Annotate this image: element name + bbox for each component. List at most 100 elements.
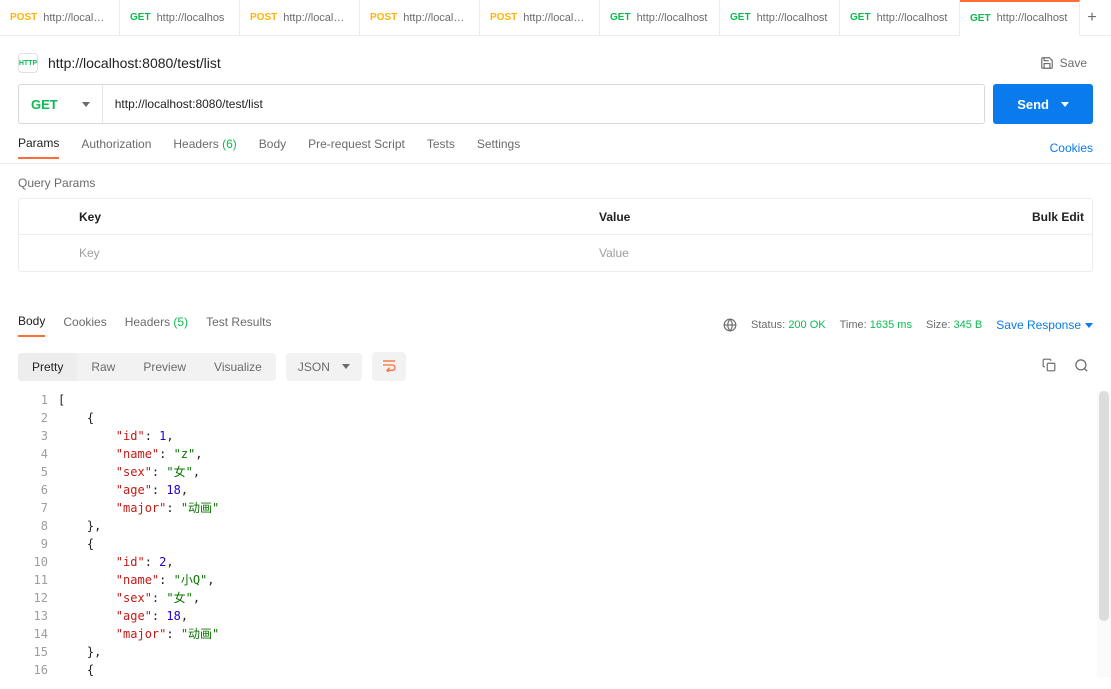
tab-method: POST	[10, 12, 37, 23]
chevron-down-icon	[1085, 323, 1093, 328]
url-input[interactable]	[103, 85, 984, 123]
query-params-title: Query Params	[0, 164, 1111, 198]
rtab-cookies[interactable]: Cookies	[63, 315, 106, 336]
size-label: Size: 345 B	[926, 319, 982, 331]
method-value: GET	[31, 97, 58, 112]
chevron-down-icon	[82, 102, 90, 107]
qp-value-input[interactable]: Value	[587, 246, 1020, 260]
tab-method: GET	[130, 12, 151, 23]
tab-label: http://localhos	[523, 12, 589, 24]
rtab-body[interactable]: Body	[18, 314, 45, 337]
send-button[interactable]: Send	[993, 84, 1093, 124]
rtab-headers-count: (5)	[173, 315, 188, 329]
tab-method: GET	[970, 13, 991, 24]
request-tab[interactable]: GET http://localhost	[960, 0, 1080, 36]
http-icon: HTTP	[18, 53, 38, 73]
tab-label: http://localhos	[157, 12, 225, 24]
tab-method: GET	[850, 12, 871, 23]
status-label: Status: 200 OK	[751, 319, 826, 331]
qp-key-input[interactable]: Key	[67, 246, 587, 260]
qp-value-header: Value	[587, 210, 1020, 224]
request-tab[interactable]: GET http://localhost	[840, 0, 960, 35]
tab-label: http://localhos	[403, 12, 469, 24]
request-tab[interactable]: POST http://localhos	[480, 0, 600, 35]
wrap-icon	[381, 358, 397, 372]
title-bar: HTTP http://localhost:8080/test/list Sav…	[0, 36, 1111, 84]
tab-label: http://localhost	[997, 12, 1068, 24]
query-params-row[interactable]: Key Value	[19, 235, 1092, 271]
query-params-head: Key Value Bulk Edit	[19, 199, 1092, 235]
format-value: JSON	[298, 360, 330, 374]
request-subtabs: Params Authorization Headers (6) Body Pr…	[0, 132, 1111, 164]
scrollbar-thumb[interactable]	[1099, 391, 1109, 621]
tab-headers-label: Headers	[173, 137, 218, 151]
tab-label: http://localhost	[637, 12, 708, 24]
status-value: 200 OK	[788, 319, 825, 331]
chevron-down-icon	[1061, 102, 1069, 107]
copy-icon	[1042, 358, 1056, 372]
tab-body[interactable]: Body	[259, 137, 286, 158]
tab-authorization[interactable]: Authorization	[81, 137, 151, 158]
search-button[interactable]	[1070, 354, 1093, 380]
copy-button[interactable]	[1038, 354, 1060, 379]
tab-label: http://localhos	[283, 12, 349, 24]
bulk-edit-button[interactable]: Bulk Edit	[1020, 210, 1092, 224]
new-tab-button[interactable]: +	[1080, 0, 1104, 35]
tab-label: http://localhost	[877, 12, 948, 24]
tab-label: http://localhost	[757, 12, 828, 24]
globe-icon[interactable]	[723, 318, 737, 332]
query-params-table: Key Value Bulk Edit Key Value	[18, 198, 1093, 272]
save-icon	[1040, 56, 1054, 70]
url-box: GET	[18, 84, 985, 124]
line-numbers: 12345678910111213141516	[18, 391, 58, 677]
tab-headers-count: (6)	[222, 137, 237, 151]
code-body[interactable]: [ { "id": 1, "name": "z", "sex": "女", "a…	[58, 391, 1093, 677]
save-label: Save	[1060, 56, 1087, 70]
size-value: 345 B	[954, 319, 983, 331]
time-value: 1635 ms	[870, 319, 912, 331]
request-tab[interactable]: GET http://localhos	[120, 0, 240, 35]
request-tab[interactable]: GET http://localhost	[720, 0, 840, 35]
response-tabs: Body Cookies Headers (5) Test Results St…	[0, 308, 1111, 342]
request-tab[interactable]: GET http://localhost	[600, 0, 720, 35]
search-icon	[1074, 358, 1089, 373]
request-tab[interactable]: POST http://localhos	[0, 0, 120, 35]
view-visualize[interactable]: Visualize	[200, 353, 276, 381]
save-response-button[interactable]: Save Response	[996, 318, 1093, 332]
cookies-link[interactable]: Cookies	[1050, 141, 1093, 155]
time-label: Time: 1635 ms	[840, 319, 912, 331]
response-meta: Status: 200 OK Time: 1635 ms Size: 345 B	[723, 318, 982, 332]
view-mode-group: Pretty Raw Preview Visualize	[18, 353, 276, 381]
view-pretty[interactable]: Pretty	[18, 353, 77, 381]
save-button[interactable]: Save	[1034, 52, 1093, 74]
qp-key-header: Key	[67, 210, 587, 224]
tab-settings[interactable]: Settings	[477, 137, 520, 158]
tab-method: POST	[490, 12, 517, 23]
view-raw[interactable]: Raw	[77, 353, 129, 381]
rtab-test-results[interactable]: Test Results	[206, 315, 271, 336]
tab-params[interactable]: Params	[18, 136, 59, 159]
wrap-lines-button[interactable]	[372, 352, 406, 381]
view-preview[interactable]: Preview	[129, 353, 200, 381]
request-tab[interactable]: POSThttp://localhos	[360, 0, 480, 35]
tab-method: GET	[730, 12, 751, 23]
method-select[interactable]: GET	[19, 85, 103, 123]
tab-tests[interactable]: Tests	[427, 137, 455, 158]
view-toolbar: Pretty Raw Preview Visualize JSON	[0, 342, 1111, 391]
format-select[interactable]: JSON	[286, 353, 362, 381]
scrollbar[interactable]	[1097, 391, 1111, 677]
tab-label: http://localhos	[43, 12, 109, 24]
rtab-headers[interactable]: Headers (5)	[125, 315, 188, 336]
tab-method: GET	[610, 12, 631, 23]
url-row: GET Send	[0, 84, 1111, 124]
tab-prerequest[interactable]: Pre-request Script	[308, 137, 405, 158]
request-tabs: POSThttp://localhosGEThttp://localhosPOS…	[0, 0, 1111, 36]
rtab-headers-label: Headers	[125, 315, 170, 329]
tab-headers[interactable]: Headers (6)	[173, 137, 236, 158]
request-tab[interactable]: POST http://localhos	[240, 0, 360, 35]
chevron-down-icon	[342, 364, 350, 369]
response-body: 12345678910111213141516 [ { "id": 1, "na…	[0, 391, 1111, 677]
page-title: http://localhost:8080/test/list	[48, 55, 221, 71]
send-label: Send	[1017, 97, 1049, 112]
tab-method: POST	[250, 12, 277, 23]
